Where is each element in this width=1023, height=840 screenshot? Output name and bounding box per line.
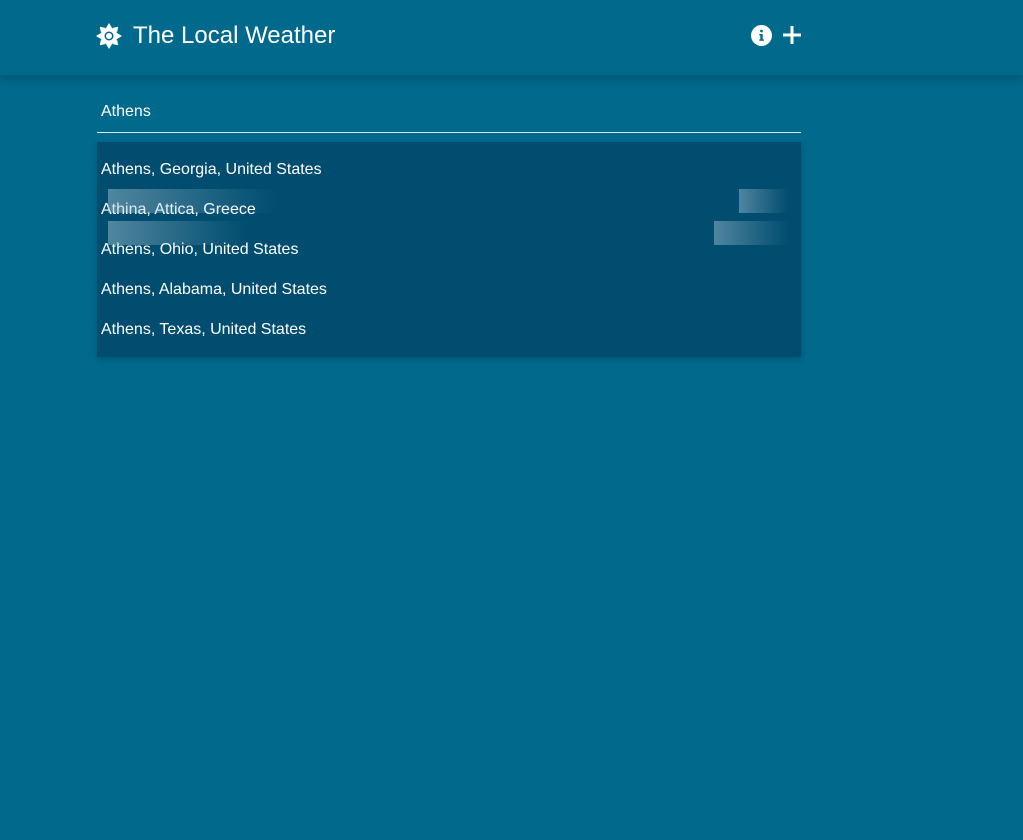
info-icon[interactable] — [750, 24, 773, 47]
transition-ghost — [108, 221, 248, 245]
suggestion-label: Athens, Texas, United States — [101, 321, 307, 338]
suggestion-item[interactable]: Athens, Alabama, United States — [97, 270, 801, 310]
app-header: The Local Weather — [0, 0, 1023, 75]
suggestion-item[interactable]: Athens, Texas, United States — [97, 310, 801, 350]
transition-ghost — [714, 221, 789, 245]
suggestion-label: Athens, Georgia, United States — [101, 161, 322, 178]
sun-icon — [96, 23, 122, 49]
transition-ghost — [108, 189, 278, 213]
location-search — [97, 94, 801, 133]
transition-ghost — [739, 189, 789, 213]
suggestion-label: Athens, Alabama, United States — [101, 281, 327, 298]
plus-icon[interactable] — [781, 24, 803, 46]
suggestion-list: Athens, Georgia, United States Athina, A… — [97, 142, 801, 357]
search-input[interactable] — [97, 94, 801, 130]
suggestion-item[interactable]: Athens, Georgia, United States — [97, 150, 801, 190]
app-title: The Local Weather — [133, 22, 336, 49]
